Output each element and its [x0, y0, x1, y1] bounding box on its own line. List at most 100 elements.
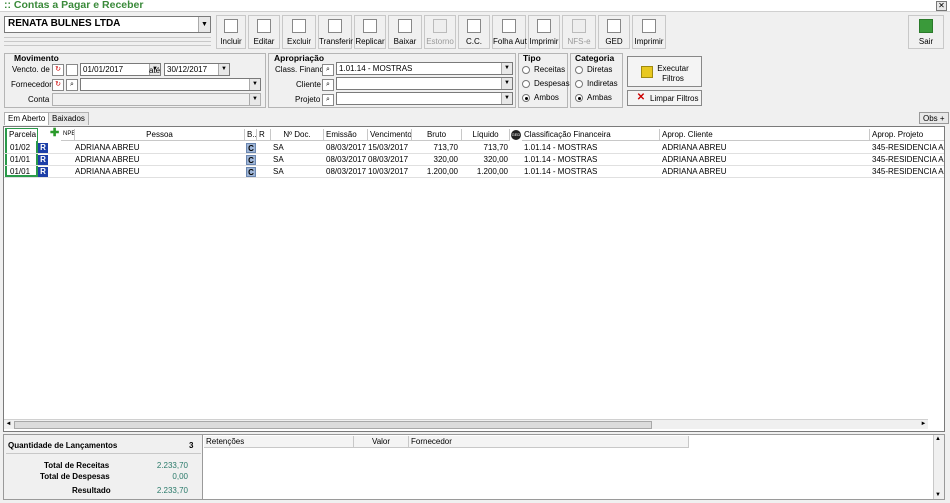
col-b[interactable]: B..: [245, 129, 257, 141]
transfer-icon: [328, 19, 342, 33]
cell-classificacao: 1.01.14 - MOSTRAS: [524, 167, 598, 176]
chevron-down-icon[interactable]: ▼: [501, 78, 512, 89]
toolbar-label: Imprimir: [529, 37, 559, 46]
despesas-value: 0,00: [172, 472, 188, 481]
scroll-right-icon[interactable]: ►: [919, 420, 928, 429]
c-badge[interactable]: C: [246, 143, 256, 153]
col-npe[interactable]: NPE: [61, 129, 75, 141]
refresh-icon[interactable]: ↻: [52, 64, 64, 76]
col-parcela[interactable]: Parcela: [7, 129, 37, 141]
toolbar-label: Incluir: [220, 37, 242, 46]
cell-projeto: 345-RESIDENCIA AD: [872, 167, 944, 176]
chevron-down-icon[interactable]: ▼: [249, 94, 260, 105]
col-pessoa[interactable]: Pessoa: [75, 129, 245, 141]
ged-icon[interactable]: GED: [511, 130, 521, 140]
toolbar-replicar-button[interactable]: Replicar: [354, 15, 386, 49]
categoria-ambas-radio[interactable]: [575, 94, 583, 102]
c-badge[interactable]: C: [246, 155, 256, 165]
col-bruto[interactable]: Bruto: [412, 129, 462, 141]
exit-arrow-icon: [919, 19, 933, 33]
download-icon: [398, 19, 412, 33]
search-icon[interactable]: ⌕: [322, 79, 334, 91]
tipo-receitas-radio[interactable]: [522, 66, 530, 74]
toolbar-cc-button[interactable]: C.C.: [458, 15, 490, 49]
horizontal-scrollbar[interactable]: ◄ ►: [4, 419, 928, 429]
chevron-down-icon[interactable]: ▼: [249, 79, 260, 90]
execute-filters-button[interactable]: Executar Filtros: [627, 56, 702, 87]
tab-em-aberto[interactable]: Em Aberto: [4, 112, 50, 125]
toolbar-excluir-button[interactable]: Excluir: [282, 15, 316, 49]
scroll-thumb[interactable]: [14, 421, 652, 429]
toolbar-nfse-button[interactable]: NFS-e: [562, 15, 596, 49]
toolbar-estorno-button[interactable]: Estorno: [424, 15, 456, 49]
cliente-input[interactable]: ▼: [336, 77, 513, 90]
qtd-value: 3: [189, 441, 194, 450]
conta-input[interactable]: ▼: [52, 93, 261, 106]
col-emissao[interactable]: Emissão: [324, 129, 368, 141]
add-icon[interactable]: ✚: [50, 128, 59, 139]
toolbar-imprimir-button[interactable]: Imprimir: [528, 15, 560, 49]
search-icon[interactable]: ⌕: [66, 79, 78, 91]
toolbar-label: Baixar: [393, 37, 417, 46]
col-valor[interactable]: Valor: [354, 436, 409, 448]
projeto-input[interactable]: ▼: [336, 92, 513, 105]
tipo-ambos-radio[interactable]: [522, 94, 530, 102]
toolbar-folha-aut-button[interactable]: Folha Aut: [492, 15, 527, 49]
table-row[interactable]: 01/01 R ADRIANA ABREU C SA 08/03/2017 08…: [4, 154, 944, 166]
col-classificacao[interactable]: Classificação Financeira: [522, 129, 660, 141]
clear-filters-button[interactable]: ✕ Limpar Filtros: [627, 90, 702, 106]
chevron-down-icon[interactable]: ▼: [501, 93, 512, 104]
cell-cliente: ADRIANA ABREU: [662, 167, 727, 176]
col-fornecedor[interactable]: Fornecedor: [409, 436, 689, 448]
chevron-down-icon[interactable]: ▼: [218, 64, 229, 75]
col-aprop-cliente[interactable]: Aprop. Cliente: [660, 129, 870, 141]
class-financ-label: Class. Financ.: [275, 65, 326, 74]
chevron-down-icon[interactable]: ▼: [198, 17, 210, 32]
refresh-icon[interactable]: ↻: [52, 79, 64, 91]
r-badge[interactable]: R: [38, 167, 48, 177]
toolbar-editar-button[interactable]: Editar: [248, 15, 280, 49]
cell-emissao: 08/03/2017: [326, 143, 367, 152]
r-badge[interactable]: R: [38, 143, 48, 153]
c-badge[interactable]: C: [246, 167, 256, 177]
calendar-icon[interactable]: [66, 64, 78, 76]
chevron-down-icon[interactable]: ▼: [501, 63, 512, 74]
toolbar-baixar-button[interactable]: Baixar: [388, 15, 422, 49]
categoria-indiretas-radio[interactable]: [575, 80, 583, 88]
categoria-diretas-radio[interactable]: [575, 66, 583, 74]
vertical-scrollbar[interactable]: ▲ ▼: [933, 435, 944, 499]
obs-button[interactable]: Obs +: [919, 112, 949, 124]
scroll-left-icon[interactable]: ◄: [4, 420, 13, 429]
fornecedor-input[interactable]: ▼: [80, 78, 261, 91]
cell-classificacao: 1.01.14 - MOSTRAS: [524, 143, 598, 152]
toolbar-incluir-button[interactable]: Incluir: [216, 15, 246, 49]
class-financ-input[interactable]: 1.01.14 - MOSTRAS ▼: [336, 62, 513, 75]
col-nro-doc[interactable]: Nº Doc.: [271, 129, 324, 141]
search-icon[interactable]: ⌕: [322, 64, 334, 76]
search-icon[interactable]: ⌕: [322, 94, 334, 106]
cell-pessoa: ADRIANA ABREU: [75, 167, 140, 176]
company-select[interactable]: RENATA BULNES LTDA ▼: [4, 16, 211, 33]
col-retencoes[interactable]: Retenções: [204, 436, 354, 448]
col-aprop-projeto[interactable]: Aprop. Projeto: [870, 129, 944, 141]
tipo-despesas-radio[interactable]: [522, 80, 530, 88]
table-row[interactable]: 01/02 R ADRIANA ABREU C SA 08/03/2017 15…: [4, 142, 944, 154]
toolbar-transferir-button[interactable]: Transferir: [318, 15, 353, 49]
resultado-value: 2.233,70: [156, 486, 188, 495]
toolbar-ged-button[interactable]: GED: [598, 15, 630, 49]
col-r[interactable]: R: [257, 129, 271, 141]
col-vencimento[interactable]: Vencimento: [368, 129, 412, 141]
r-badge[interactable]: R: [38, 155, 48, 165]
exit-button[interactable]: Sair: [908, 15, 944, 49]
cell-parcela: 01/01: [10, 167, 31, 176]
table-row[interactable]: 01/01 R ADRIANA ABREU C SA 08/03/2017 10…: [4, 166, 944, 178]
scroll-up-icon[interactable]: ▲: [935, 436, 941, 442]
scroll-down-icon[interactable]: ▼: [935, 492, 941, 498]
toolbar-imprimir2-button[interactable]: Imprimir: [632, 15, 666, 49]
cell-liquido: 320,00: [483, 155, 508, 164]
tab-baixados[interactable]: Baixados: [48, 112, 89, 125]
col-liquido[interactable]: Líquido: [462, 129, 510, 141]
receitas-label: Total de Receitas: [44, 461, 110, 470]
date-to-input[interactable]: 30/12/2017 ▼: [164, 63, 230, 76]
close-button[interactable]: ✕: [936, 1, 947, 11]
